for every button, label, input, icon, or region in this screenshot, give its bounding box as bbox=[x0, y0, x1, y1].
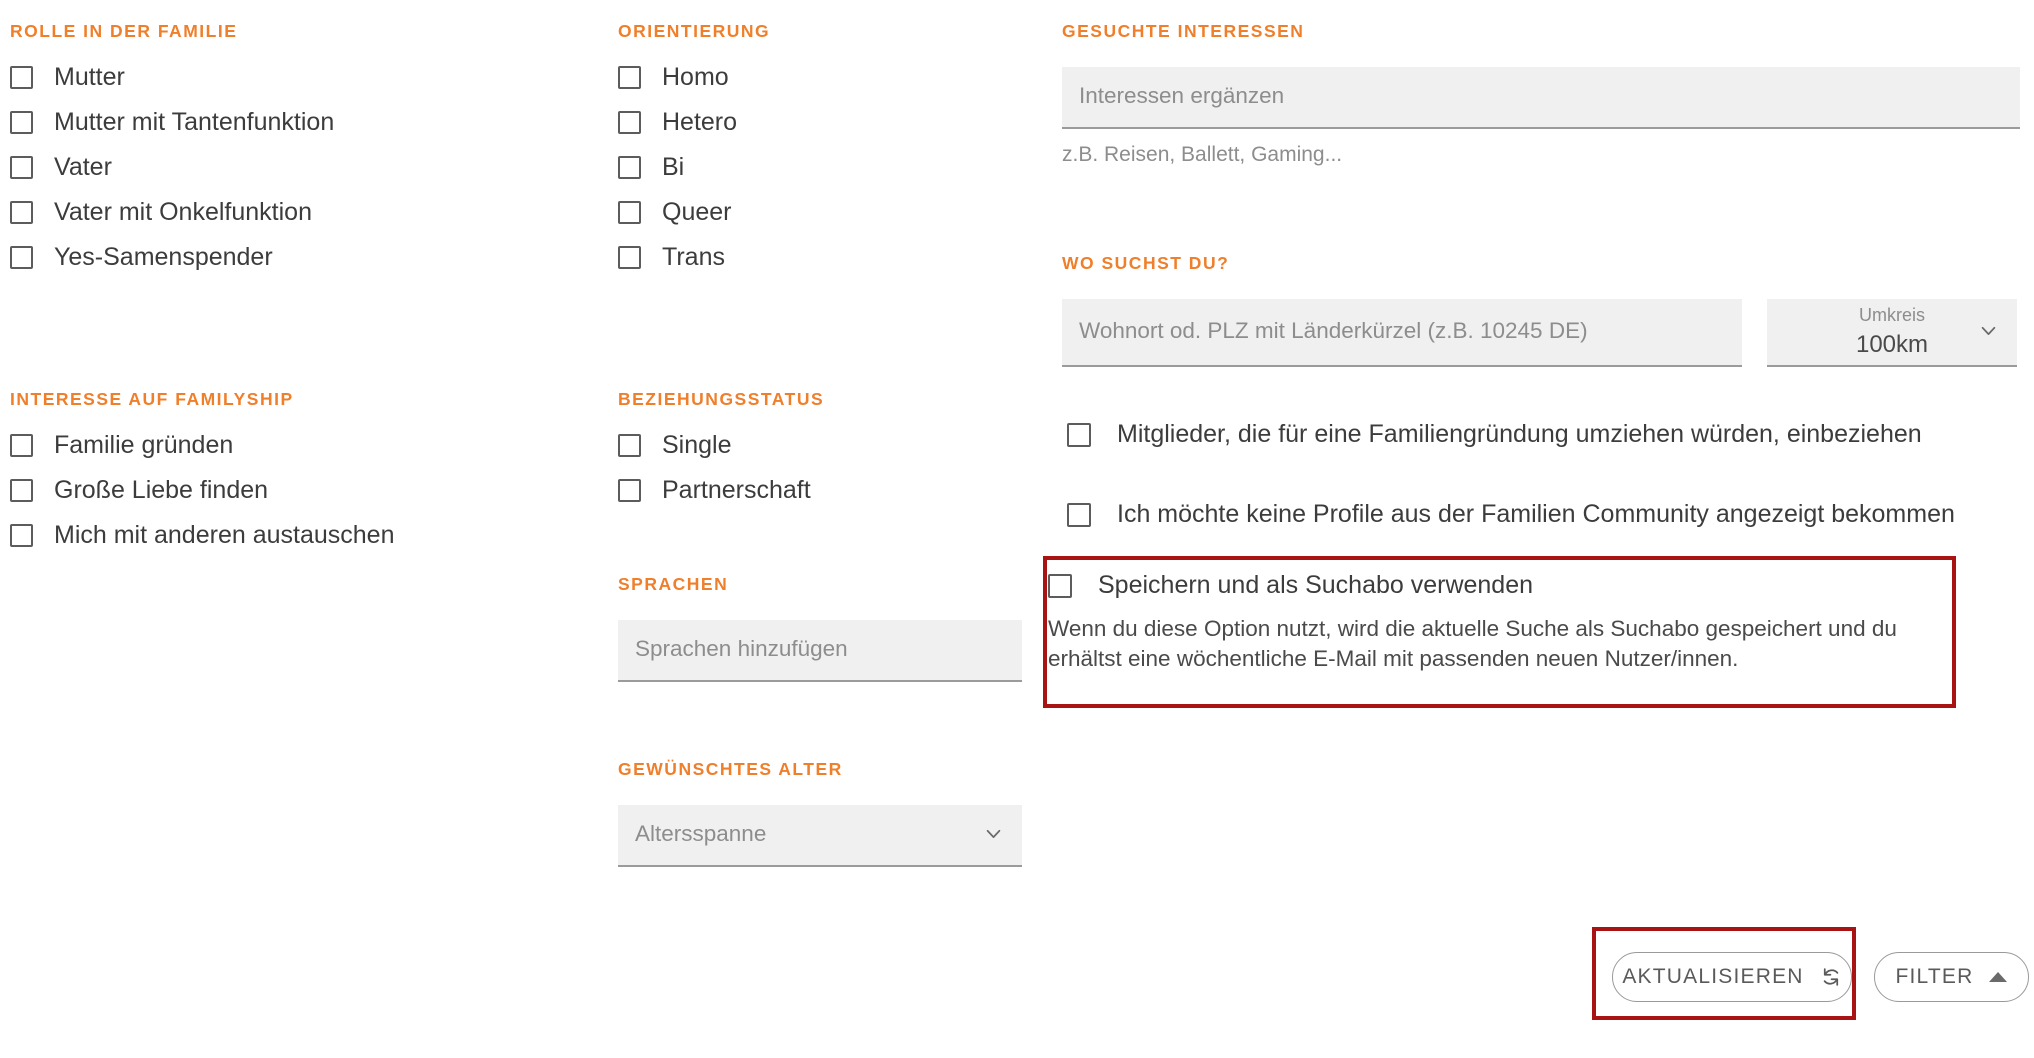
checkbox-icon[interactable] bbox=[10, 156, 33, 179]
checkbox-row-trans[interactable]: Trans bbox=[618, 243, 770, 273]
checkbox-label: Große Liebe finden bbox=[54, 475, 269, 504]
checkbox-label: Single bbox=[662, 430, 732, 459]
checkbox-label: Familie gründen bbox=[54, 430, 234, 459]
group-languages: SPRACHEN Sprachen hinzufügen bbox=[618, 574, 1022, 682]
checkbox-row-hetero[interactable]: Hetero bbox=[618, 108, 770, 138]
group-languages-title: SPRACHEN bbox=[618, 574, 729, 594]
checkbox-label: Partnerschaft bbox=[662, 475, 811, 504]
checkbox-row-partnerschaft[interactable]: Partnerschaft bbox=[618, 476, 824, 506]
checkbox-label: Vater mit Onkelfunktion bbox=[54, 197, 312, 226]
checkbox-row-grosse-liebe-finden[interactable]: Große Liebe finden bbox=[10, 476, 394, 506]
location-row: Wohnort od. PLZ mit Länderkürzel (z.B. 1… bbox=[1062, 298, 2017, 367]
group-role-title: ROLLE IN DER FAMILIE bbox=[10, 21, 238, 41]
checkbox-label: Vater bbox=[54, 152, 112, 181]
age-range-select-value: Altersspanne bbox=[635, 821, 767, 847]
checkbox-label: Homo bbox=[662, 62, 729, 91]
highlight-box-saved-search bbox=[1043, 556, 1956, 708]
group-location-title: WO SUCHST DU? bbox=[1062, 253, 1230, 273]
group-interest-title: INTERESSE AUF FAMILYSHIP bbox=[10, 389, 294, 409]
location-input-placeholder: Wohnort od. PLZ mit Länderkürzel (z.B. 1… bbox=[1079, 318, 1588, 344]
languages-input-placeholder: Sprachen hinzufügen bbox=[635, 636, 848, 662]
checkbox-icon[interactable] bbox=[618, 434, 641, 457]
checkbox-icon[interactable] bbox=[618, 246, 641, 269]
checkbox-icon[interactable] bbox=[10, 479, 33, 502]
checkbox-row-relocate-members[interactable]: Mitglieder, die für eine Familiengründun… bbox=[1067, 420, 1922, 449]
checkbox-label: Mich mit anderen austauschen bbox=[54, 520, 395, 549]
interests-input[interactable]: Interessen ergänzen bbox=[1062, 66, 2020, 129]
checkbox-row-vater[interactable]: Vater bbox=[10, 153, 334, 183]
group-interest-familyship: INTERESSE AUF FAMILYSHIP Familie gründen… bbox=[10, 389, 394, 551]
group-relationship-title: BEZIEHUNGSSTATUS bbox=[618, 389, 825, 409]
checkbox-icon[interactable] bbox=[10, 66, 33, 89]
checkbox-icon[interactable] bbox=[10, 111, 33, 134]
interest-options-list: Familie gründen Große Liebe finden Mich … bbox=[10, 431, 394, 551]
checkbox-icon[interactable] bbox=[1067, 422, 1091, 447]
chevron-down-icon bbox=[985, 825, 1002, 842]
group-interests-title: GESUCHTE INTERESSEN bbox=[1062, 21, 1305, 41]
checkbox-icon[interactable] bbox=[10, 524, 33, 547]
radius-select-label: Umkreis bbox=[1859, 305, 1925, 325]
languages-input[interactable]: Sprachen hinzufügen bbox=[618, 619, 1022, 682]
interests-hint: z.B. Reisen, Ballett, Gaming... bbox=[1062, 142, 1343, 166]
checkbox-label: Trans bbox=[662, 242, 725, 271]
checkbox-row-yes-samenspender[interactable]: Yes-Samenspender bbox=[10, 243, 334, 273]
checkbox-label: Queer bbox=[662, 197, 732, 226]
age-range-select[interactable]: Altersspanne bbox=[618, 804, 1022, 867]
radius-select[interactable]: Umkreis 100km bbox=[1767, 298, 2017, 367]
checkbox-row-homo[interactable]: Homo bbox=[618, 63, 770, 93]
checkbox-icon[interactable] bbox=[618, 201, 641, 224]
filter-button-label: FILTER bbox=[1895, 965, 1974, 988]
group-age-title: GEWÜNSCHTES ALTER bbox=[618, 759, 843, 779]
checkbox-row-hide-family-community[interactable]: Ich möchte keine Profile aus der Familie… bbox=[1067, 500, 1955, 529]
group-sought-interests: GESUCHTE INTERESSEN Interessen ergänzen … bbox=[1062, 21, 2020, 167]
group-orientation: ORIENTIERUNG Homo Hetero Bi Queer Trans bbox=[618, 21, 771, 273]
filter-panel: ROLLE IN DER FAMILIE Mutter Mutter mit T… bbox=[0, 0, 2034, 1058]
checkbox-row-mich-austauschen[interactable]: Mich mit anderen austauschen bbox=[10, 521, 394, 551]
group-orientation-title: ORIENTIERUNG bbox=[618, 21, 771, 41]
checkbox-label: Mutter mit Tantenfunktion bbox=[54, 107, 335, 136]
orientation-options-list: Homo Hetero Bi Queer Trans bbox=[618, 63, 770, 273]
refresh-icon bbox=[1820, 966, 1842, 988]
checkbox-icon[interactable] bbox=[618, 479, 641, 502]
chevron-down-icon bbox=[1980, 322, 1997, 339]
checkbox-label: Mitglieder, die für eine Familiengründun… bbox=[1117, 420, 1922, 448]
checkbox-row-familie-gruenden[interactable]: Familie gründen bbox=[10, 431, 394, 461]
update-button-label: AKTUALISIEREN bbox=[1622, 965, 1804, 988]
checkbox-icon[interactable] bbox=[618, 156, 641, 179]
group-search-location: WO SUCHST DU? Wohnort od. PLZ mit Länder… bbox=[1062, 253, 2017, 367]
checkbox-row-bi[interactable]: Bi bbox=[618, 153, 770, 183]
caret-up-icon bbox=[1989, 972, 2008, 982]
checkbox-icon[interactable] bbox=[10, 434, 33, 457]
checkbox-row-mutter[interactable]: Mutter bbox=[10, 63, 334, 93]
group-role-in-family: ROLLE IN DER FAMILIE Mutter Mutter mit T… bbox=[10, 21, 334, 273]
checkbox-label: Hetero bbox=[662, 107, 738, 136]
update-button[interactable]: AKTUALISIEREN bbox=[1612, 952, 1852, 1002]
filter-button[interactable]: FILTER bbox=[1874, 952, 2029, 1002]
checkbox-icon[interactable] bbox=[10, 246, 33, 269]
checkbox-icon[interactable] bbox=[10, 201, 33, 224]
checkbox-row-vater-mit-onkelfunktion[interactable]: Vater mit Onkelfunktion bbox=[10, 198, 334, 228]
checkbox-icon[interactable] bbox=[1067, 502, 1091, 527]
checkbox-label: Yes-Samenspender bbox=[54, 242, 273, 271]
radius-select-value: 100km bbox=[1855, 331, 1929, 358]
checkbox-row-queer[interactable]: Queer bbox=[618, 198, 770, 228]
checkbox-row-single[interactable]: Single bbox=[618, 431, 824, 461]
checkbox-label: Bi bbox=[662, 152, 685, 181]
checkbox-icon[interactable] bbox=[618, 111, 641, 134]
group-desired-age: GEWÜNSCHTES ALTER Altersspanne bbox=[618, 759, 1022, 867]
checkbox-icon[interactable] bbox=[618, 66, 641, 89]
group-relationship-status: BEZIEHUNGSSTATUS Single Partnerschaft bbox=[618, 389, 825, 506]
interests-input-placeholder: Interessen ergänzen bbox=[1079, 83, 1285, 109]
checkbox-row-mutter-mit-tantenfunktion[interactable]: Mutter mit Tantenfunktion bbox=[10, 108, 334, 138]
relationship-options-list: Single Partnerschaft bbox=[618, 431, 824, 506]
checkbox-label: Mutter bbox=[54, 62, 125, 91]
role-options-list: Mutter Mutter mit Tantenfunktion Vater V… bbox=[10, 63, 334, 273]
checkbox-label: Ich möchte keine Profile aus der Familie… bbox=[1117, 500, 1955, 528]
location-input[interactable]: Wohnort od. PLZ mit Länderkürzel (z.B. 1… bbox=[1062, 298, 1742, 367]
